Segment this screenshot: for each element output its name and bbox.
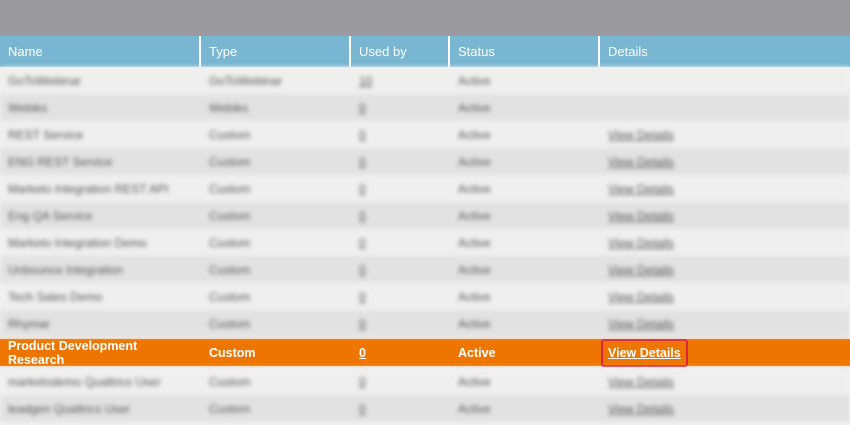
- column-header-status[interactable]: Status: [450, 36, 600, 67]
- table-header: Name Type Used by Status Details: [0, 36, 850, 67]
- table-row[interactable]: Unbounce Integration Custom 0 Active View De…: [0, 256, 850, 283]
- row-type: Custom: [209, 181, 251, 196]
- view-details-link[interactable]: View Details: [608, 128, 674, 142]
- table-row[interactable]: Marketo Integration Demo Custom 0 Active Vie…: [0, 229, 850, 256]
- row-type: Custom: [209, 289, 251, 304]
- column-header-details[interactable]: Details: [600, 36, 850, 67]
- view-details-link[interactable]: View Details: [608, 346, 681, 360]
- row-name: Eng QA Service: [8, 208, 93, 223]
- row-status: Active: [458, 316, 491, 331]
- row-name: Marketo Integration Demo: [8, 235, 147, 250]
- used-by-link[interactable]: 0: [359, 182, 366, 196]
- table-rows-before: GoToWebinar GoToWebinar 10 Active Webiks Webi…: [0, 67, 850, 337]
- table-rows-after: marketodemo Qualtrics User Custom 0 Active V…: [0, 368, 850, 422]
- used-by-link[interactable]: 10: [359, 74, 372, 88]
- row-status: Active: [458, 374, 491, 389]
- row-name: marketodemo Qualtrics User: [8, 374, 161, 389]
- row-type: GoToWebinar: [209, 73, 283, 88]
- selected-table-row[interactable]: Product Development Research Custom 0 Ac…: [0, 338, 850, 367]
- table-row[interactable]: REST Service Custom 0 Active View Details: [0, 121, 850, 148]
- view-details-link[interactable]: View Details: [608, 155, 674, 169]
- table-row[interactable]: Eng QA Service Custom 0 Active View Details: [0, 202, 850, 229]
- view-details-link[interactable]: View Details: [608, 290, 674, 304]
- column-header-used-by[interactable]: Used by: [351, 36, 450, 67]
- highlight-box: View Details: [601, 338, 688, 367]
- table-row[interactable]: Webiks Webiks 0 Active: [0, 94, 850, 121]
- table-row[interactable]: leadgen Qualtrics User Custom 0 Active View …: [0, 395, 850, 422]
- row-name: leadgen Qualtrics User: [8, 401, 131, 416]
- view-details-link[interactable]: View Details: [608, 402, 674, 416]
- table-row[interactable]: GoToWebinar GoToWebinar 10 Active: [0, 67, 850, 94]
- column-header-name[interactable]: Name: [0, 36, 201, 67]
- used-by-link[interactable]: 0: [359, 346, 366, 360]
- row-status: Active: [458, 235, 491, 250]
- view-details-link[interactable]: View Details: [608, 182, 674, 196]
- row-type: Custom: [209, 208, 251, 223]
- row-status: Active: [458, 127, 491, 142]
- used-by-link[interactable]: 0: [359, 101, 366, 115]
- table-row[interactable]: marketodemo Qualtrics User Custom 0 Active V…: [0, 368, 850, 395]
- top-bar: [0, 0, 850, 36]
- used-by-link[interactable]: 0: [359, 263, 366, 277]
- row-type: Custom: [209, 345, 256, 360]
- used-by-link[interactable]: 0: [359, 317, 366, 331]
- used-by-link[interactable]: 0: [359, 209, 366, 223]
- used-by-link[interactable]: 0: [359, 375, 366, 389]
- row-status: Active: [458, 345, 496, 360]
- row-type: Custom: [209, 235, 251, 250]
- table-row[interactable]: Marketo Integration REST API Custom 0 Activ…: [0, 175, 850, 202]
- used-by-link[interactable]: 0: [359, 236, 366, 250]
- row-type: Custom: [209, 374, 251, 389]
- view-details-link[interactable]: View Details: [608, 375, 674, 389]
- row-name: Tech Sales Demo: [8, 289, 103, 304]
- table-row[interactable]: Rhymar Custom 0 Active View Details: [0, 310, 850, 337]
- row-name: GoToWebinar: [8, 73, 82, 88]
- view-details-link[interactable]: View Details: [608, 317, 674, 331]
- row-status: Active: [458, 100, 491, 115]
- used-by-link[interactable]: 0: [359, 290, 366, 304]
- row-status: Active: [458, 181, 491, 196]
- row-type: Webiks: [209, 100, 249, 115]
- used-by-link[interactable]: 0: [359, 402, 366, 416]
- table-row[interactable]: Tech Sales Demo Custom 0 Active View Details: [0, 283, 850, 310]
- row-name: Unbounce Integration: [8, 262, 123, 277]
- row-status: Active: [458, 208, 491, 223]
- row-name: ENG REST Service: [8, 154, 113, 169]
- used-by-link[interactable]: 0: [359, 155, 366, 169]
- row-status: Active: [458, 289, 491, 304]
- table-row[interactable]: ENG REST Service Custom 0 Active View Detail…: [0, 148, 850, 175]
- row-status: Active: [458, 73, 491, 88]
- row-name: Webiks: [8, 100, 48, 115]
- row-name: REST Service: [8, 127, 84, 142]
- row-type: Custom: [209, 316, 251, 331]
- row-type: Custom: [209, 154, 251, 169]
- row-status: Active: [458, 154, 491, 169]
- view-details-link[interactable]: View Details: [608, 236, 674, 250]
- view-details-link[interactable]: View Details: [608, 209, 674, 223]
- row-type: Custom: [209, 401, 251, 416]
- view-details-link[interactable]: View Details: [608, 263, 674, 277]
- row-type: Custom: [209, 262, 251, 277]
- column-header-type[interactable]: Type: [201, 36, 351, 67]
- row-type: Custom: [209, 127, 251, 142]
- row-name: Marketo Integration REST API: [8, 181, 169, 196]
- row-status: Active: [458, 262, 491, 277]
- used-by-link[interactable]: 0: [359, 128, 366, 142]
- row-name: Rhymar: [8, 316, 51, 331]
- row-status: Active: [458, 401, 491, 416]
- row-name: Product Development Research: [8, 338, 138, 367]
